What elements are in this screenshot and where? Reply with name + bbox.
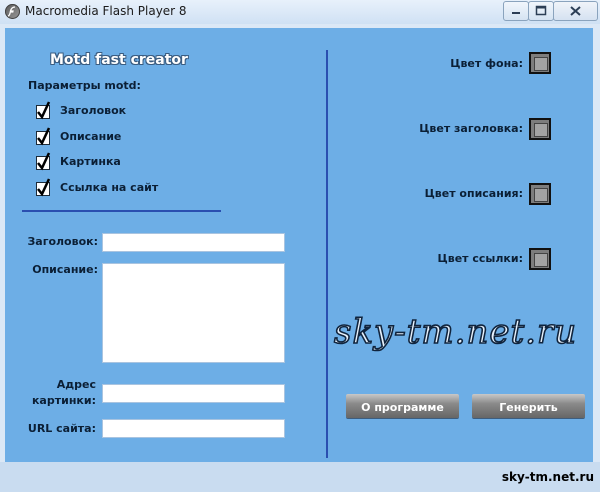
- title-input[interactable]: [102, 233, 285, 252]
- option-link-checkbox[interactable]: [36, 178, 51, 197]
- minimize-button[interactable]: [503, 1, 529, 21]
- description-color-swatch[interactable]: [529, 183, 551, 205]
- option-image-label: Картинка: [60, 155, 121, 168]
- window-title: Macromedia Flash Player 8: [25, 4, 187, 18]
- description-field-label: Описание:: [32, 263, 98, 276]
- description-textarea[interactable]: [102, 263, 285, 363]
- title-field-label: Заголовок:: [27, 235, 98, 248]
- about-button[interactable]: О программе: [346, 394, 459, 418]
- option-description-checkbox[interactable]: [36, 127, 51, 146]
- option-image-checkbox[interactable]: [36, 152, 51, 171]
- option-title-checkbox[interactable]: [36, 101, 51, 120]
- bg-color-label: Цвет фона:: [450, 57, 523, 70]
- option-title-label: Заголовок: [60, 104, 127, 117]
- option-description-label: Описание: [60, 130, 122, 143]
- description-color-label: Цвет описания:: [424, 187, 523, 200]
- image-field-label-line1: Адрес: [56, 378, 96, 391]
- generate-button[interactable]: Генерить: [472, 394, 585, 418]
- maximize-button[interactable]: [528, 1, 554, 21]
- watermark-text: sky-tm.net.ru: [333, 311, 578, 353]
- title-color-label: Цвет заголовка:: [419, 122, 523, 135]
- app-title: Motd fast creator: [50, 52, 188, 68]
- footer-bar: sky-tm.net.ru: [0, 462, 600, 492]
- url-field-label: URL сайта:: [27, 422, 96, 435]
- checkmark-icon: [37, 178, 51, 197]
- checkmark-icon: [37, 127, 51, 146]
- horizontal-divider: [22, 210, 221, 212]
- bg-color-swatch[interactable]: [529, 52, 551, 74]
- params-label: Параметры motd:: [28, 79, 141, 92]
- footer-site-label: sky-tm.net.ru: [501, 470, 594, 484]
- link-color-label: Цвет ссылки:: [437, 252, 523, 265]
- site-url-input[interactable]: [102, 419, 285, 438]
- link-color-swatch[interactable]: [529, 248, 551, 270]
- flash-player-window: Macromedia Flash Player 8 Motd fast crea…: [0, 0, 600, 492]
- title-color-swatch[interactable]: [529, 118, 551, 140]
- title-bar[interactable]: Macromedia Flash Player 8: [0, 0, 600, 24]
- option-link-label: Ссылка на сайт: [60, 181, 159, 194]
- image-field-label-line2: картинки:: [31, 394, 96, 407]
- checkmark-icon: [37, 101, 51, 120]
- image-url-input[interactable]: [102, 384, 285, 403]
- checkmark-icon: [37, 152, 51, 171]
- flash-player-icon: [5, 4, 20, 19]
- close-button[interactable]: [553, 1, 598, 21]
